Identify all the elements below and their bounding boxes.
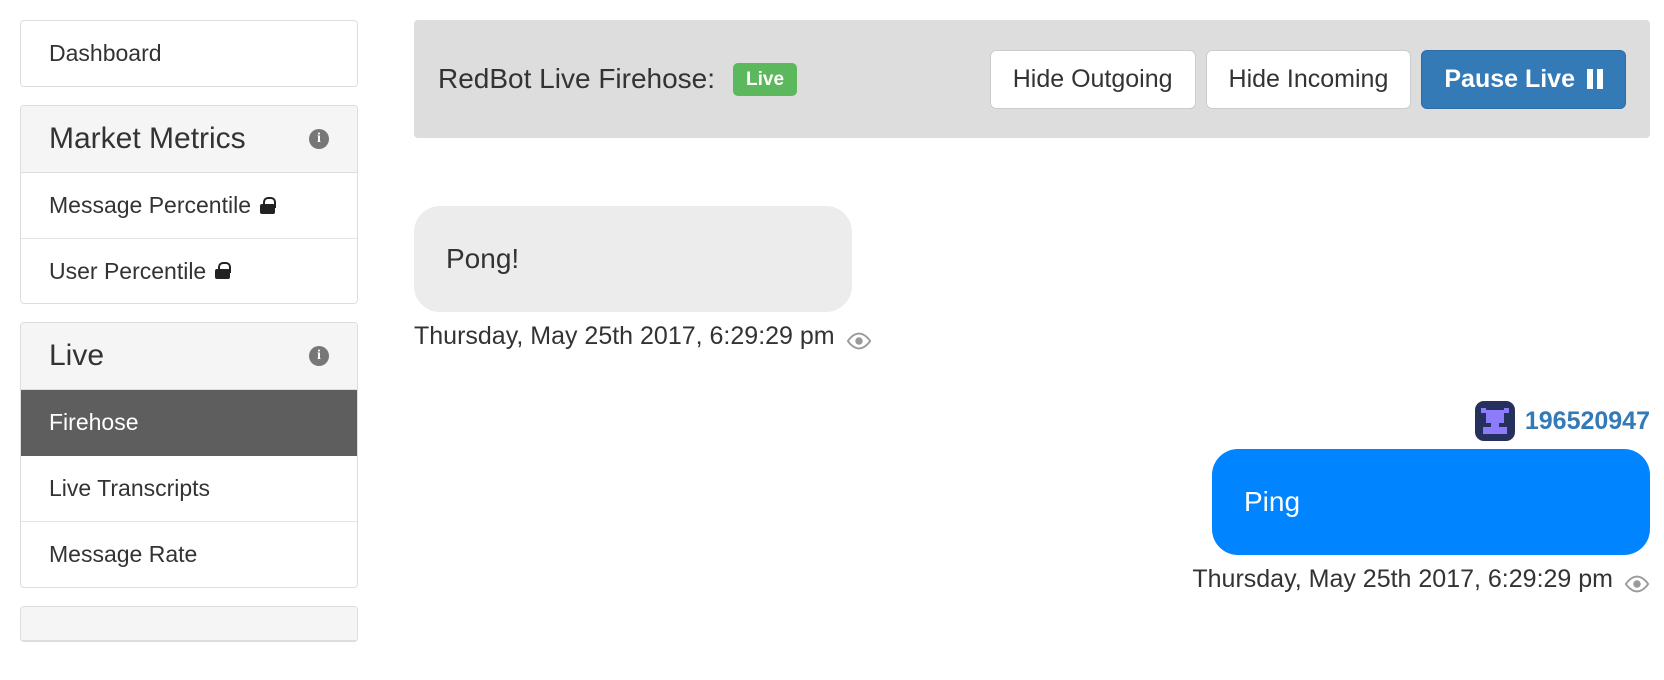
sidebar-item-label: User Percentile: [49, 257, 207, 284]
message-timestamp: Thursday, May 25th 2017, 6:29:29 pm: [414, 322, 872, 351]
page-title: RedBot Live Firehose:: [438, 63, 716, 94]
sidebar-item-firehose[interactable]: Firehose: [21, 390, 357, 456]
firehose-header: RedBot Live Firehose: Live Hide Outgoing…: [414, 20, 1650, 138]
sidebar-item-user-percentile[interactable]: User Percentile: [21, 238, 357, 304]
eye-icon[interactable]: [1624, 571, 1650, 592]
sidebar-item-live-transcripts[interactable]: Live Transcripts: [21, 456, 357, 522]
message-sender: 196520947: [1474, 401, 1650, 441]
sidebar-item-dashboard[interactable]: Dashboard: [21, 21, 357, 86]
pause-live-button[interactable]: Pause Live: [1421, 49, 1626, 109]
pause-icon: [1587, 69, 1603, 89]
message-bubble[interactable]: Ping: [1212, 449, 1650, 555]
message-user-id[interactable]: 196520947: [1525, 407, 1650, 436]
top-nav-panel: Dashboard: [20, 20, 358, 87]
sidebar-item-label: Dashboard: [49, 40, 162, 66]
eye-icon[interactable]: [846, 328, 872, 349]
main-content: RedBot Live Firehose: Live Hide Outgoing…: [378, 0, 1664, 594]
header-actions: Hide Outgoing Hide Incoming Pause Live: [989, 49, 1626, 109]
message-row-incoming: Pong! Thursday, May 25th 2017, 6:29:29 p…: [414, 206, 1650, 351]
next-panel-partial: [20, 605, 358, 642]
info-icon[interactable]: i: [309, 128, 329, 149]
lock-icon: [260, 196, 276, 214]
timestamp-text: Thursday, May 25th 2017, 6:29:29 pm: [414, 322, 835, 350]
sidebar-item-message-rate[interactable]: Message Rate: [21, 521, 357, 587]
sidebar-item-label: Firehose: [49, 409, 139, 436]
market-metrics-panel: Market Metrics i Message Percentile User…: [20, 104, 358, 305]
message-text: Ping: [1244, 486, 1301, 518]
live-heading: Live i: [21, 323, 357, 391]
message-timestamp: Thursday, May 25th 2017, 6:29:29 pm: [1192, 565, 1650, 594]
hide-incoming-button[interactable]: Hide Incoming: [1205, 49, 1412, 109]
next-panel-heading: [21, 606, 357, 641]
live-panel: Live i Firehose Live Transcripts Message…: [20, 322, 358, 588]
sidebar-item-label: Message Percentile: [49, 191, 251, 218]
message-row-outgoing: 196520947 Ping Thursday, May 25th 2017, …: [414, 401, 1650, 594]
sidebar: Dashboard Market Metrics i Message Perce…: [0, 0, 378, 660]
message-bubble[interactable]: Pong!: [414, 206, 852, 312]
message-text: Pong!: [446, 243, 520, 275]
panel-heading-label: Live: [49, 339, 105, 373]
sidebar-item-label: Live Transcripts: [49, 475, 211, 501]
sidebar-item-label: Message Rate: [49, 540, 198, 567]
info-icon[interactable]: i: [309, 346, 329, 367]
status-badge: Live: [733, 62, 798, 96]
firehose-page: Dashboard Market Metrics i Message Perce…: [0, 0, 1664, 680]
avatar: [1474, 401, 1515, 441]
panel-heading-label: Market Metrics: [49, 121, 246, 155]
timestamp-text: Thursday, May 25th 2017, 6:29:29 pm: [1192, 565, 1613, 593]
sidebar-item-message-percentile[interactable]: Message Percentile: [21, 172, 357, 239]
pause-live-label: Pause Live: [1444, 64, 1575, 93]
market-metrics-heading: Market Metrics i: [21, 105, 357, 173]
lock-icon: [215, 262, 232, 280]
message-list: Pong! Thursday, May 25th 2017, 6:29:29 p…: [414, 138, 1650, 594]
hide-outgoing-button[interactable]: Hide Outgoing: [989, 49, 1196, 109]
